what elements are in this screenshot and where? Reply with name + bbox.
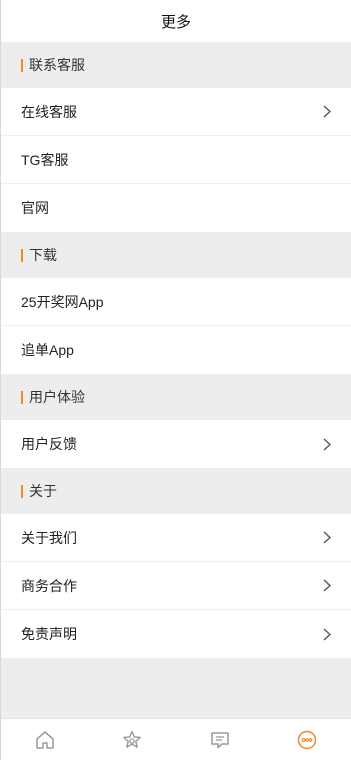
section-header-download: 下载 <box>1 232 351 278</box>
home-icon <box>36 730 54 749</box>
menu-item-label: 关于我们 <box>21 529 77 546</box>
chevron-right-icon <box>321 436 333 452</box>
tab-more[interactable] <box>264 719 351 760</box>
bottom-tab-bar <box>1 718 351 760</box>
section-header-contact: 联系客服 <box>1 42 351 88</box>
menu-item-feedback[interactable]: 用户反馈 <box>1 420 351 468</box>
section-title: 用户体验 <box>29 389 85 405</box>
chevron-right-icon <box>321 626 333 642</box>
page-header: 更多 <box>1 0 351 42</box>
menu-item-label: 追单App <box>21 342 74 358</box>
menu-item-label: TG客服 <box>21 151 69 168</box>
menu-item-tg-service[interactable]: TG客服 <box>1 136 351 184</box>
section-title: 下载 <box>29 247 57 263</box>
section-accent-bar <box>21 248 23 262</box>
tab-home[interactable] <box>1 719 89 760</box>
menu-item-tracking-app[interactable]: 追单App <box>1 326 351 374</box>
section-header-about: 关于 <box>1 468 351 514</box>
chevron-right-icon <box>321 530 333 546</box>
menu-item-label: 用户反馈 <box>21 436 77 452</box>
chat-icon <box>211 731 229 748</box>
section-title: 关于 <box>29 483 57 499</box>
menu-item-label: 官网 <box>21 200 49 216</box>
menu-item-label: 商务合作 <box>21 577 77 594</box>
menu-item-online-service[interactable]: 在线客服 <box>1 88 351 136</box>
chevron-right-icon <box>321 578 333 594</box>
menu-item-business-cooperation[interactable]: 商务合作 <box>1 562 351 610</box>
tab-messages[interactable] <box>176 719 264 760</box>
section-accent-bar <box>21 390 23 404</box>
menu-item-official-site[interactable]: 官网 <box>1 184 351 232</box>
bottom-spacer <box>1 658 351 712</box>
menu-item-lottery-app[interactable]: 25开奖网App <box>1 278 351 326</box>
section-accent-bar <box>21 58 23 72</box>
section-accent-bar <box>21 484 23 498</box>
section-header-user-experience: 用户体验 <box>1 374 351 420</box>
menu-item-label: 在线客服 <box>21 103 77 120</box>
menu-item-about-us[interactable]: 关于我们 <box>1 514 351 562</box>
star-icon <box>123 730 142 748</box>
menu-item-label: 免责声明 <box>21 626 77 642</box>
page-title: 更多 <box>160 13 191 31</box>
section-title: 联系客服 <box>29 57 85 73</box>
more-icon <box>298 730 317 749</box>
more-page: 更多 联系客服 在线客服 TG客服 官网 下载 25开奖网App 追单App 用… <box>0 0 351 760</box>
menu-item-disclaimer[interactable]: 免责声明 <box>1 610 351 658</box>
chevron-right-icon <box>321 104 333 120</box>
menu-item-label: 25开奖网App <box>21 293 104 310</box>
tab-favorites[interactable] <box>89 719 177 760</box>
